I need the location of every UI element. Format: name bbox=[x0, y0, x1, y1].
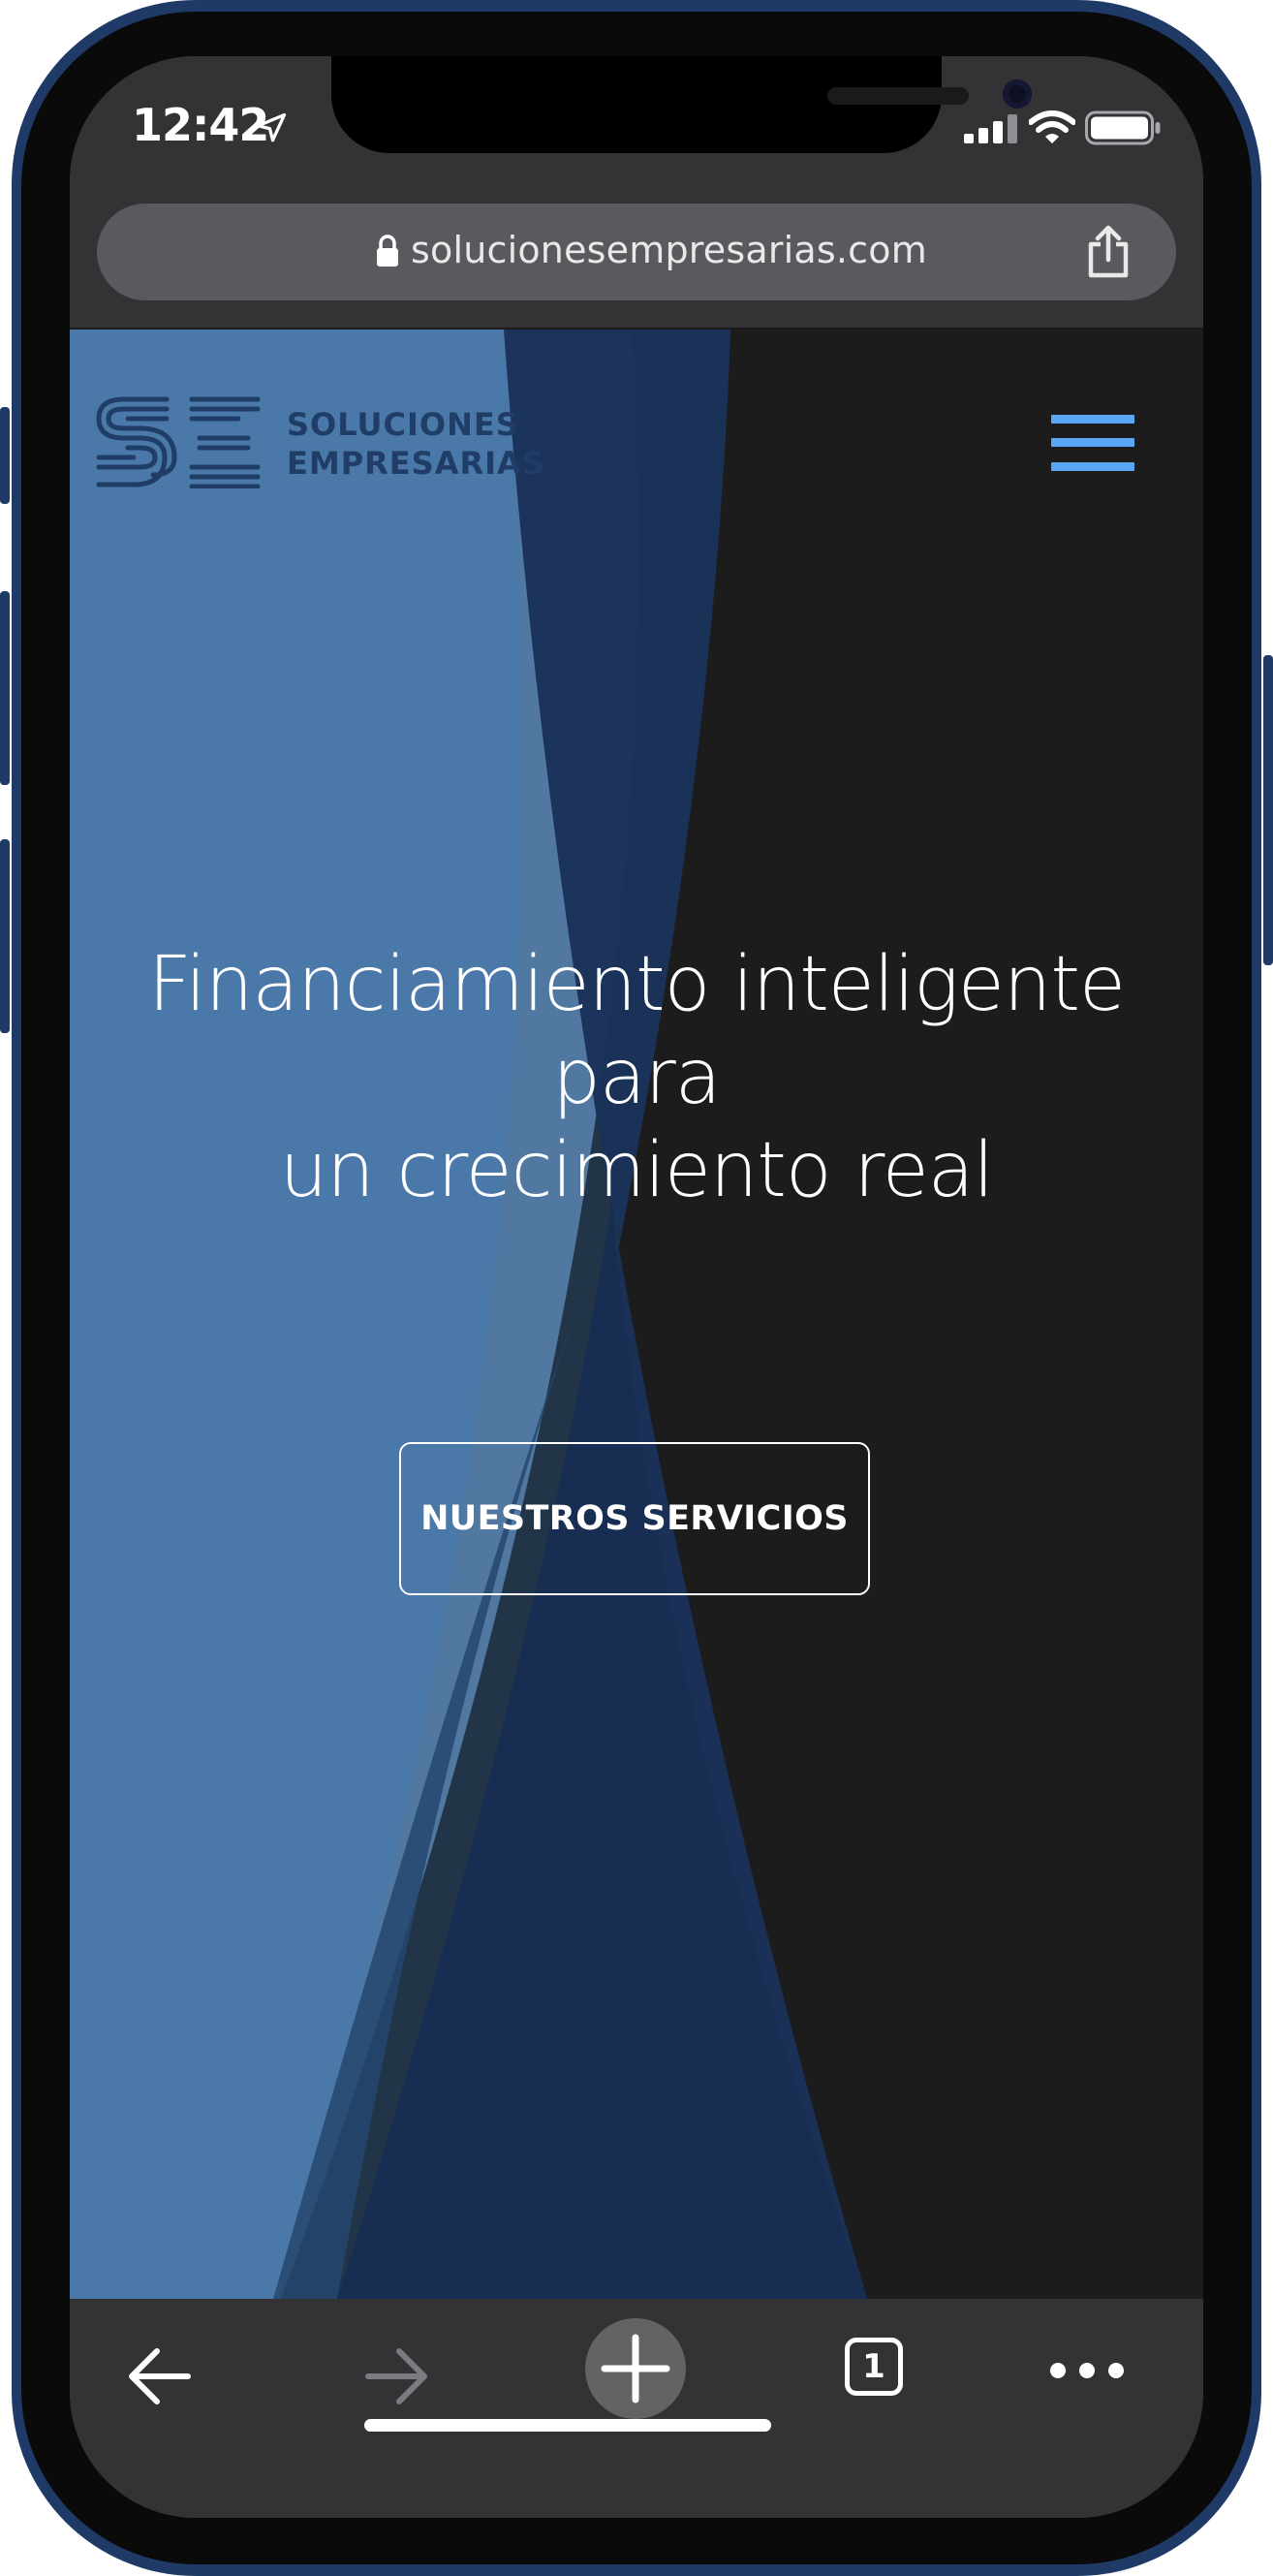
tab-count: 1 bbox=[845, 2338, 903, 2396]
services-button[interactable]: NUESTROS SERVICIOS bbox=[399, 1442, 870, 1595]
hamburger-menu-icon[interactable] bbox=[1046, 407, 1139, 479]
plus-icon bbox=[601, 2334, 670, 2403]
url-text[interactable]: solucionesempresarias.com bbox=[411, 229, 927, 271]
ellipsis-icon[interactable] bbox=[1048, 2353, 1126, 2388]
front-camera bbox=[1003, 79, 1032, 109]
browser-toolbar: 1 bbox=[70, 2299, 1203, 2518]
wifi-icon bbox=[1029, 110, 1075, 143]
notch bbox=[331, 56, 1032, 153]
hero-background bbox=[70, 330, 1203, 2299]
logo-mark-icon bbox=[96, 396, 261, 488]
status-time: 12:42 bbox=[132, 99, 269, 151]
logo-text[interactable]: SOLUCIONES EMPRESARIAS bbox=[287, 405, 545, 483]
webpage-viewport: SOLUCIONES EMPRESARIAS Financiamiento in… bbox=[70, 330, 1203, 2299]
earpiece-speaker bbox=[827, 87, 969, 105]
power-button bbox=[1263, 655, 1273, 965]
share-icon[interactable] bbox=[1083, 225, 1133, 279]
status-bar: 12:42 bbox=[70, 56, 1203, 202]
arrow-left-icon[interactable] bbox=[120, 2338, 198, 2415]
tab-switcher-icon[interactable]: 1 bbox=[839, 2332, 913, 2405]
address-bar[interactable]: solucionesempresarias.com bbox=[97, 204, 1176, 300]
home-indicator[interactable] bbox=[364, 2419, 771, 2432]
mute-switch bbox=[0, 407, 10, 504]
lock-icon bbox=[377, 235, 398, 267]
arrow-right-icon[interactable] bbox=[358, 2338, 436, 2415]
volume-up-button bbox=[0, 591, 10, 785]
phone-screen: 12:42 solucionesempresarias.com SOLUCION… bbox=[70, 56, 1203, 2518]
new-tab-button[interactable] bbox=[585, 2318, 686, 2419]
volume-down-button bbox=[0, 839, 10, 1033]
cellular-signal-icon bbox=[964, 114, 1017, 143]
location-arrow-icon bbox=[256, 112, 287, 142]
hero-headline: Financiamiento inteligente para un creci… bbox=[148, 941, 1126, 1214]
battery-icon bbox=[1085, 110, 1161, 145]
